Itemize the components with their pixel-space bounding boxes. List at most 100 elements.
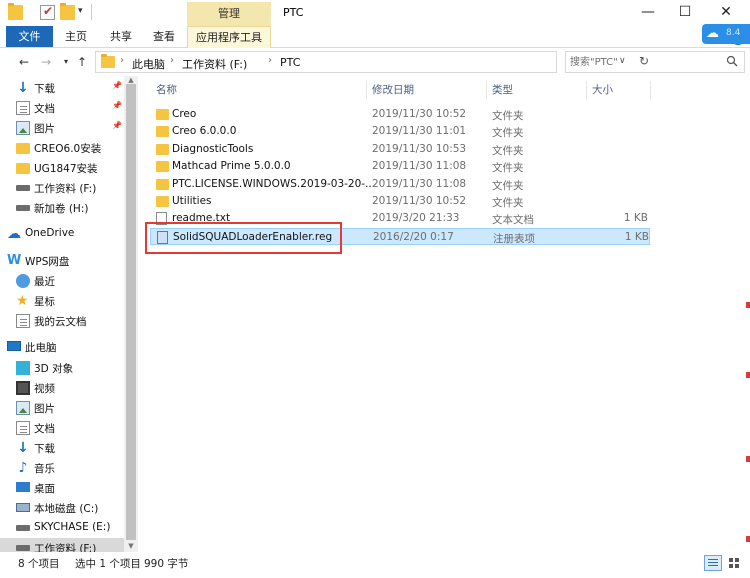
tab-file[interactable]: 文件 [6, 26, 53, 47]
file-row[interactable]: Mathcad Prime 5.0.0.0 2019/11/30 11:08 文件夹 [150, 158, 650, 175]
column-header-name[interactable]: 名称 [156, 80, 177, 100]
manage-tab-header: 管理 [187, 2, 271, 26]
column-divider[interactable] [650, 81, 651, 99]
video-icon [16, 381, 30, 395]
file-type: 文件夹 [492, 144, 524, 157]
file-date: 2019/11/30 11:08 [372, 177, 467, 190]
file-name: Creo [172, 108, 197, 120]
nav-item-label: 我的云文档 [34, 316, 87, 328]
breadcrumb-this-pc[interactable]: 此电脑 [132, 56, 165, 72]
details-view-button[interactable] [704, 555, 722, 571]
new-folder-icon[interactable] [60, 3, 75, 20]
nav-item[interactable]: 文档 [0, 418, 124, 438]
chevron-right-icon[interactable]: › [268, 55, 272, 66]
scroll-down-icon[interactable]: ▼ [127, 542, 135, 550]
nav-item[interactable]: 图片 📌 [0, 118, 124, 138]
nav-item[interactable]: 此电脑 [0, 337, 124, 357]
nav-item[interactable]: 工作资料 (F:) [0, 538, 124, 552]
nav-item[interactable]: ↓ 下载 📌 [0, 78, 124, 98]
column-header-date[interactable]: 修改日期 [372, 80, 414, 100]
breadcrumb-drive-f[interactable]: 工作资料 (F:) [182, 56, 247, 72]
breadcrumb-ptc[interactable]: PTC [280, 56, 300, 69]
nav-item[interactable]: SKYCHASE (E:) [0, 518, 124, 538]
nav-item-label: 下载 [34, 83, 55, 95]
file-name: PTC.LICENSE.WINDOWS.2019-03-20-... [172, 177, 376, 190]
maximize-button[interactable]: ☐ [667, 0, 703, 24]
nav-item[interactable]: 本地磁盘 (C:) [0, 498, 124, 518]
nav-item-label: 图片 [34, 403, 55, 415]
nav-item[interactable]: W WPS网盘 [0, 251, 124, 271]
quick-access-dropdown-icon[interactable]: ▾ [78, 6, 83, 16]
drive-icon [16, 545, 30, 551]
chevron-right-icon[interactable]: › [170, 55, 174, 66]
file-date: 2019/11/30 10:52 [372, 108, 467, 120]
search-box[interactable] [565, 51, 745, 73]
recent-locations-button[interactable]: ▾ [58, 54, 74, 70]
nav-item[interactable]: 3D 对象 [0, 358, 124, 378]
tab-share[interactable]: 共享 [103, 26, 139, 47]
properties-icon[interactable] [40, 4, 55, 20]
nav-item[interactable]: 图片 [0, 398, 124, 418]
nav-scroll-thumb[interactable] [126, 84, 136, 540]
baidu-netdisk-float[interactable]: ☁ 8.4 [702, 24, 750, 44]
column-header-type[interactable]: 类型 [492, 80, 513, 100]
scroll-up-icon[interactable]: ▲ [127, 76, 135, 84]
nav-item[interactable]: 工作资料 (F:) [0, 178, 124, 198]
column-divider[interactable] [586, 81, 587, 99]
search-input[interactable] [570, 54, 720, 70]
address-bar[interactable]: › 此电脑 › 工作资料 (F:) › PTC ∨ ↻ [95, 51, 649, 73]
music-icon: ♪ [18, 460, 28, 476]
nav-item[interactable]: ♪ 音乐 [0, 458, 124, 478]
system-drive-icon [16, 503, 30, 512]
nav-item[interactable]: 最近 [0, 271, 124, 291]
tab-view[interactable]: 查看 [146, 26, 182, 47]
file-row[interactable]: DiagnosticTools 2019/11/30 10:53 文件夹 [150, 141, 650, 158]
chevron-right-icon[interactable]: › [120, 55, 124, 66]
nav-item[interactable]: ↓ 下载 [0, 438, 124, 458]
folder-icon [156, 178, 169, 190]
file-date: 2019/11/30 10:52 [372, 195, 467, 207]
nav-item[interactable]: CREO6.0安装 [0, 138, 124, 158]
clock-icon [16, 274, 30, 288]
file-row[interactable]: Utilities 2019/11/30 10:52 文件夹 [150, 193, 650, 210]
computer-icon [7, 341, 21, 351]
minimize-button[interactable]: — [630, 0, 666, 24]
file-type: 文件夹 [492, 197, 524, 209]
file-row[interactable]: PTC.LICENSE.WINDOWS.2019-03-20-... 2019/1… [150, 176, 650, 193]
nav-item[interactable]: 视频 [0, 378, 124, 398]
window-title: PTC [283, 6, 304, 19]
close-button[interactable]: ✕ [708, 0, 744, 24]
nav-scrollbar[interactable]: ▲ ▼ [124, 76, 138, 552]
search-icon[interactable] [726, 55, 738, 67]
nav-item[interactable]: 桌面 [0, 478, 124, 498]
nav-item[interactable]: ☁ OneDrive [0, 224, 124, 244]
folder-icon [156, 109, 169, 120]
download-icon: ↓ [17, 440, 29, 456]
tab-application-tools[interactable]: 应用程序工具 [187, 26, 271, 48]
file-type: 文件夹 [492, 179, 524, 192]
nav-item-label: 文档 [34, 103, 55, 115]
file-date: 2019/11/30 11:01 [372, 125, 467, 138]
nav-item-label: 视频 [34, 383, 55, 395]
column-divider[interactable] [486, 81, 487, 99]
pin-icon[interactable]: 📌 [112, 121, 122, 130]
annotation-highlight-box [145, 222, 342, 254]
tab-home[interactable]: 主页 [58, 26, 94, 47]
up-button[interactable]: ↑ [74, 54, 90, 70]
large-icons-view-button[interactable] [726, 555, 744, 571]
nav-item[interactable]: UG1847安装 [0, 158, 124, 178]
file-row[interactable]: Creo 6.0.0.0 2019/11/30 11:01 文件夹 [150, 123, 650, 140]
document-icon [16, 421, 30, 435]
back-button[interactable]: ← [16, 54, 32, 70]
forward-button[interactable]: → [38, 54, 54, 70]
nav-item[interactable]: 文档 📌 [0, 98, 124, 118]
pin-icon[interactable]: 📌 [112, 101, 122, 110]
column-header-size[interactable]: 大小 [592, 80, 613, 100]
nav-item[interactable]: 新加卷 (H:) [0, 198, 124, 218]
pin-icon[interactable]: 📌 [112, 81, 122, 90]
folder-icon [16, 143, 30, 154]
nav-item[interactable]: 我的云文档 [0, 311, 124, 331]
file-row[interactable]: Creo 2019/11/30 10:52 文件夹 [150, 106, 650, 123]
column-divider[interactable] [366, 81, 367, 99]
nav-item[interactable]: ★ 星标 [0, 291, 124, 311]
